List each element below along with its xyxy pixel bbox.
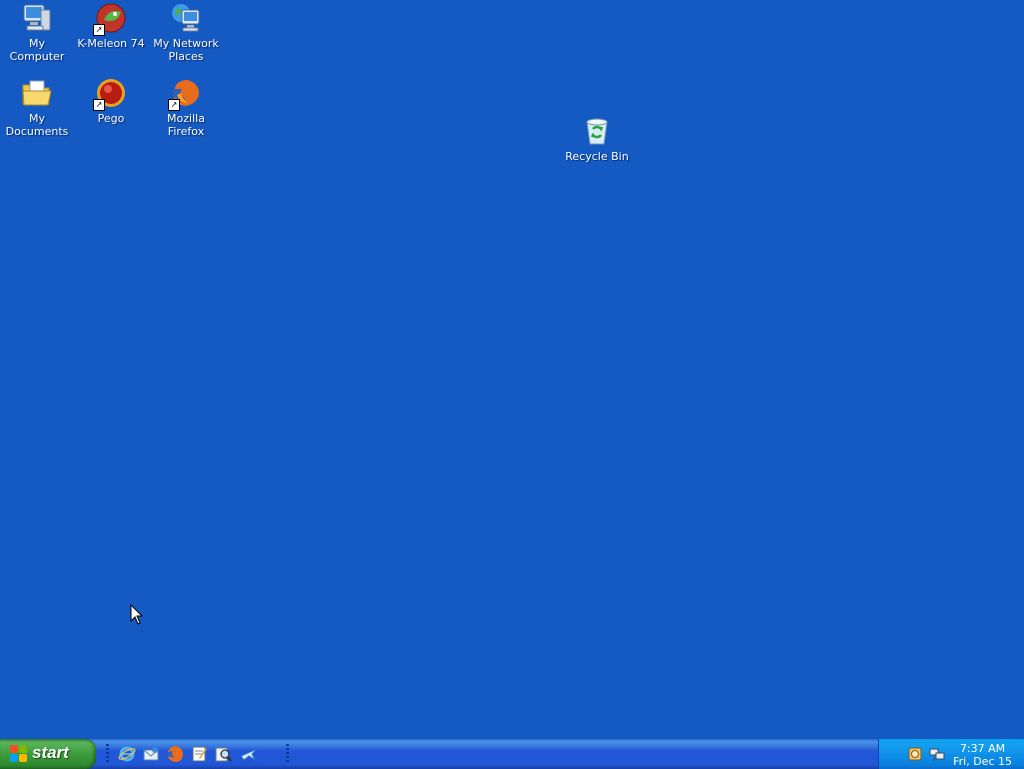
firefox-icon[interactable] xyxy=(166,745,184,763)
start-button[interactable]: start xyxy=(0,739,96,769)
clock-date: Fri, Dec 15 xyxy=(953,755,1012,768)
tray-clock[interactable]: 7:37 AM Fri, Dec 15 xyxy=(953,742,1012,768)
desktop-icon-pego[interactable]: Pego xyxy=(74,77,148,125)
shortcut-arrow-icon xyxy=(93,24,105,36)
taskbar: start 7:37 AM Fri, Dec 15 xyxy=(0,738,1024,769)
shortcut-arrow-icon xyxy=(168,99,180,111)
start-button-label: start xyxy=(32,743,69,762)
mouse-cursor-icon xyxy=(130,604,144,625)
network-places-icon xyxy=(170,2,202,34)
desktop-icon-label: My Network Places xyxy=(153,37,219,63)
desktop-icon-my-computer[interactable]: My Computer xyxy=(0,2,74,63)
notepad-icon[interactable] xyxy=(190,745,208,763)
k-meleon-icon xyxy=(93,2,127,36)
desktop-icon-label: K-Meleon 74 xyxy=(77,37,145,50)
desktop-icon-label: My Computer xyxy=(9,37,65,63)
desktop-icon-label: Recycle Bin xyxy=(565,150,629,163)
firefox-icon xyxy=(168,77,202,111)
recycle-bin-icon xyxy=(581,115,613,147)
desktop-icon-label: Mozilla Firefox xyxy=(167,112,205,138)
desktop-icon-recycle-bin[interactable]: Recycle Bin xyxy=(560,115,634,163)
internet-explorer-icon[interactable] xyxy=(118,745,136,763)
search-icon[interactable] xyxy=(214,745,232,763)
taskbar-grip[interactable] xyxy=(286,744,289,764)
desktop[interactable]: My Computer K-Meleon 74 My xyxy=(0,0,1024,738)
network-icon[interactable] xyxy=(929,746,945,762)
desktop-icon-label: My Documents xyxy=(5,112,69,138)
my-computer-icon xyxy=(21,2,53,34)
speaker-icon[interactable] xyxy=(907,746,923,762)
outlook-express-icon[interactable] xyxy=(142,745,160,763)
desktop-icon-my-documents[interactable]: My Documents xyxy=(0,77,74,138)
system-tray: 7:37 AM Fri, Dec 15 xyxy=(878,739,1024,769)
my-documents-icon xyxy=(21,77,53,109)
desktop-icon-label: Pego xyxy=(97,112,125,125)
shortcut-arrow-icon xyxy=(93,99,105,111)
desktop-icon-firefox[interactable]: Mozilla Firefox xyxy=(149,77,223,138)
windows-logo-icon xyxy=(10,745,28,763)
clock-time: 7:37 AM xyxy=(959,742,1006,755)
desktop-icon-k-meleon[interactable]: K-Meleon 74 xyxy=(74,2,148,50)
messenger-icon[interactable] xyxy=(240,745,258,763)
desktop-icon-network-places[interactable]: My Network Places xyxy=(149,2,223,63)
pego-icon xyxy=(93,77,127,111)
quick-launch-grip[interactable] xyxy=(106,744,109,764)
